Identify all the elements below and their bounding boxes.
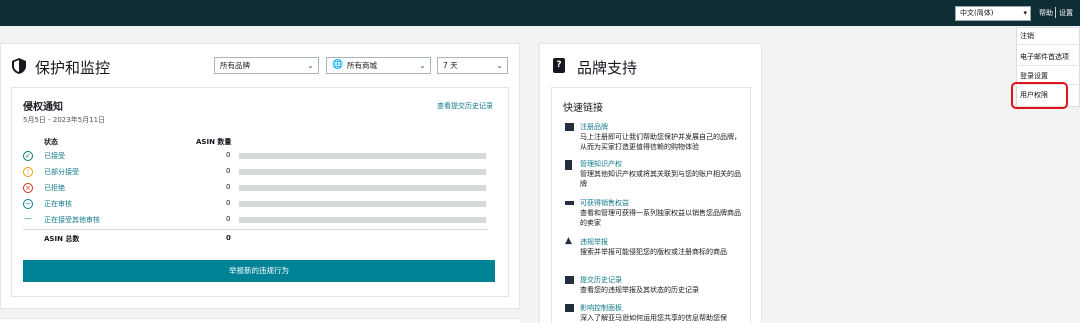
protect-title: 保护和监控 (35, 59, 111, 77)
folder-plus-icon (565, 123, 574, 131)
status-count: 0 (226, 199, 231, 207)
link-desc: 深入了解亚马逊如何运用您共享的信息帮助您保 (580, 314, 727, 322)
link-desc: 查看和管理可获得一系列独家权益以销售您品牌商品的卖家 (580, 209, 741, 227)
status-label[interactable]: 正在接受其他审核 (44, 215, 100, 225)
key-icon (565, 201, 574, 205)
status-bar (239, 217, 486, 223)
folder-icon (565, 276, 574, 284)
link-desc: 查看您的违规举报及其状态的历史记录 (580, 286, 699, 294)
range-filter[interactable]: 7 天 ⌄ (437, 57, 508, 74)
marketplace-filter[interactable]: 🌐 所有商城 ⌄ (326, 57, 431, 74)
divider (1018, 44, 1078, 45)
chevron-down-icon: ⌄ (419, 61, 426, 70)
status-label[interactable]: 已拒绝 (44, 183, 65, 193)
shield-icon (12, 58, 26, 74)
book-icon (565, 160, 572, 170)
status-label[interactable]: 已接受 (44, 151, 65, 161)
status-count: 0 (226, 167, 231, 175)
status-label[interactable]: 正在审核 (44, 199, 72, 209)
status-bar (239, 201, 486, 207)
col-status: 状态 (44, 138, 58, 146)
quick-links-title: 快速链接 (563, 103, 603, 114)
status-row-reviewing: − 正在审核 0 (23, 198, 488, 212)
status-count: 0 (226, 183, 231, 191)
link-title[interactable]: 注册品牌 (580, 122, 608, 132)
notice-date-range: 5月5日 - 2023年5月11日 (23, 116, 106, 124)
next-card-edge (0, 318, 520, 323)
brand-filter-value: 所有品牌 (220, 61, 250, 70)
dash-icon: — (24, 214, 32, 223)
status-label[interactable]: 已部分接受 (44, 167, 79, 177)
link-title[interactable]: 提交历史记录 (580, 275, 622, 285)
language-select[interactable]: 中文(简体) ▾ (955, 6, 1031, 21)
help-link[interactable]: 帮助 (1039, 8, 1053, 18)
asin-total-label: ASIN 总数 (44, 235, 80, 243)
notice-title: 侵权通知 (23, 102, 63, 113)
warning-icon: ▲ (565, 236, 572, 246)
link-title[interactable]: 违规举报 (580, 237, 608, 247)
status-count: 0 (226, 215, 231, 223)
chevron-down-icon: ⌄ (307, 61, 314, 70)
globe-icon: 🌐 (332, 60, 344, 70)
help-icon: ? (553, 58, 565, 73)
link-desc: 马上注册即可让我们帮助您保护并发展自己的品牌，从而为买家打造更值得信赖的购物体验 (580, 133, 741, 151)
status-row-accepted: ✓ 已接受 0 (23, 150, 488, 164)
asin-total-count: 0 (226, 234, 231, 242)
status-bar (239, 153, 486, 159)
link-desc: 管理其他知识产权或将其关联到与您的账户相关的品牌 (580, 170, 741, 188)
menu-item-email-prefs[interactable]: 电子邮件首选项 (1020, 52, 1069, 62)
link-title[interactable]: 可获得销售权益 (580, 198, 629, 208)
brand-filter[interactable]: 所有品牌 ⌄ (214, 57, 319, 74)
x-circle-icon: × (23, 183, 33, 193)
menu-item-login-settings[interactable]: 登录设置 (1020, 71, 1048, 81)
divider (1055, 7, 1056, 18)
check-circle-icon: ✓ (23, 151, 33, 161)
history-link[interactable]: 查看提交历史记录 (437, 101, 493, 111)
range-filter-value: 7 天 (443, 61, 458, 70)
support-title: 品牌支持 (577, 59, 638, 77)
link-title[interactable]: 管理知识产权 (580, 159, 622, 169)
top-bar (0, 0, 1080, 26)
col-asin: ASIN 数量 (196, 138, 232, 146)
chevron-down-icon: ⌄ (496, 61, 503, 70)
highlight-annotation (1011, 82, 1068, 109)
link-desc: 搜索并举报可能侵犯您的版权或注册商标的商品 (580, 248, 727, 256)
divider (1018, 65, 1078, 66)
status-row-other-review: — 正在接受其他审核 0 (23, 214, 488, 228)
status-row-rejected: × 已拒绝 0 (23, 182, 488, 196)
chevron-down-icon: ▾ (1023, 9, 1027, 17)
pending-circle-icon: − (23, 199, 33, 209)
warning-circle-icon: ! (23, 167, 33, 177)
status-count: 0 (226, 151, 231, 159)
status-bar (239, 185, 486, 191)
menu-item-logout[interactable]: 注销 (1020, 31, 1034, 41)
status-row-partial: ! 已部分接受 0 (23, 166, 488, 180)
dashboard-icon (565, 304, 574, 312)
total-divider (23, 229, 488, 230)
settings-link[interactable]: 设置 (1059, 8, 1073, 18)
marketplace-filter-value: 所有商城 (347, 61, 377, 70)
language-value: 中文(简体) (960, 9, 994, 17)
link-title[interactable]: 影响控制面板 (580, 303, 622, 313)
report-violation-button[interactable]: 举报新的违规行为 (23, 260, 495, 282)
status-bar (239, 169, 486, 175)
